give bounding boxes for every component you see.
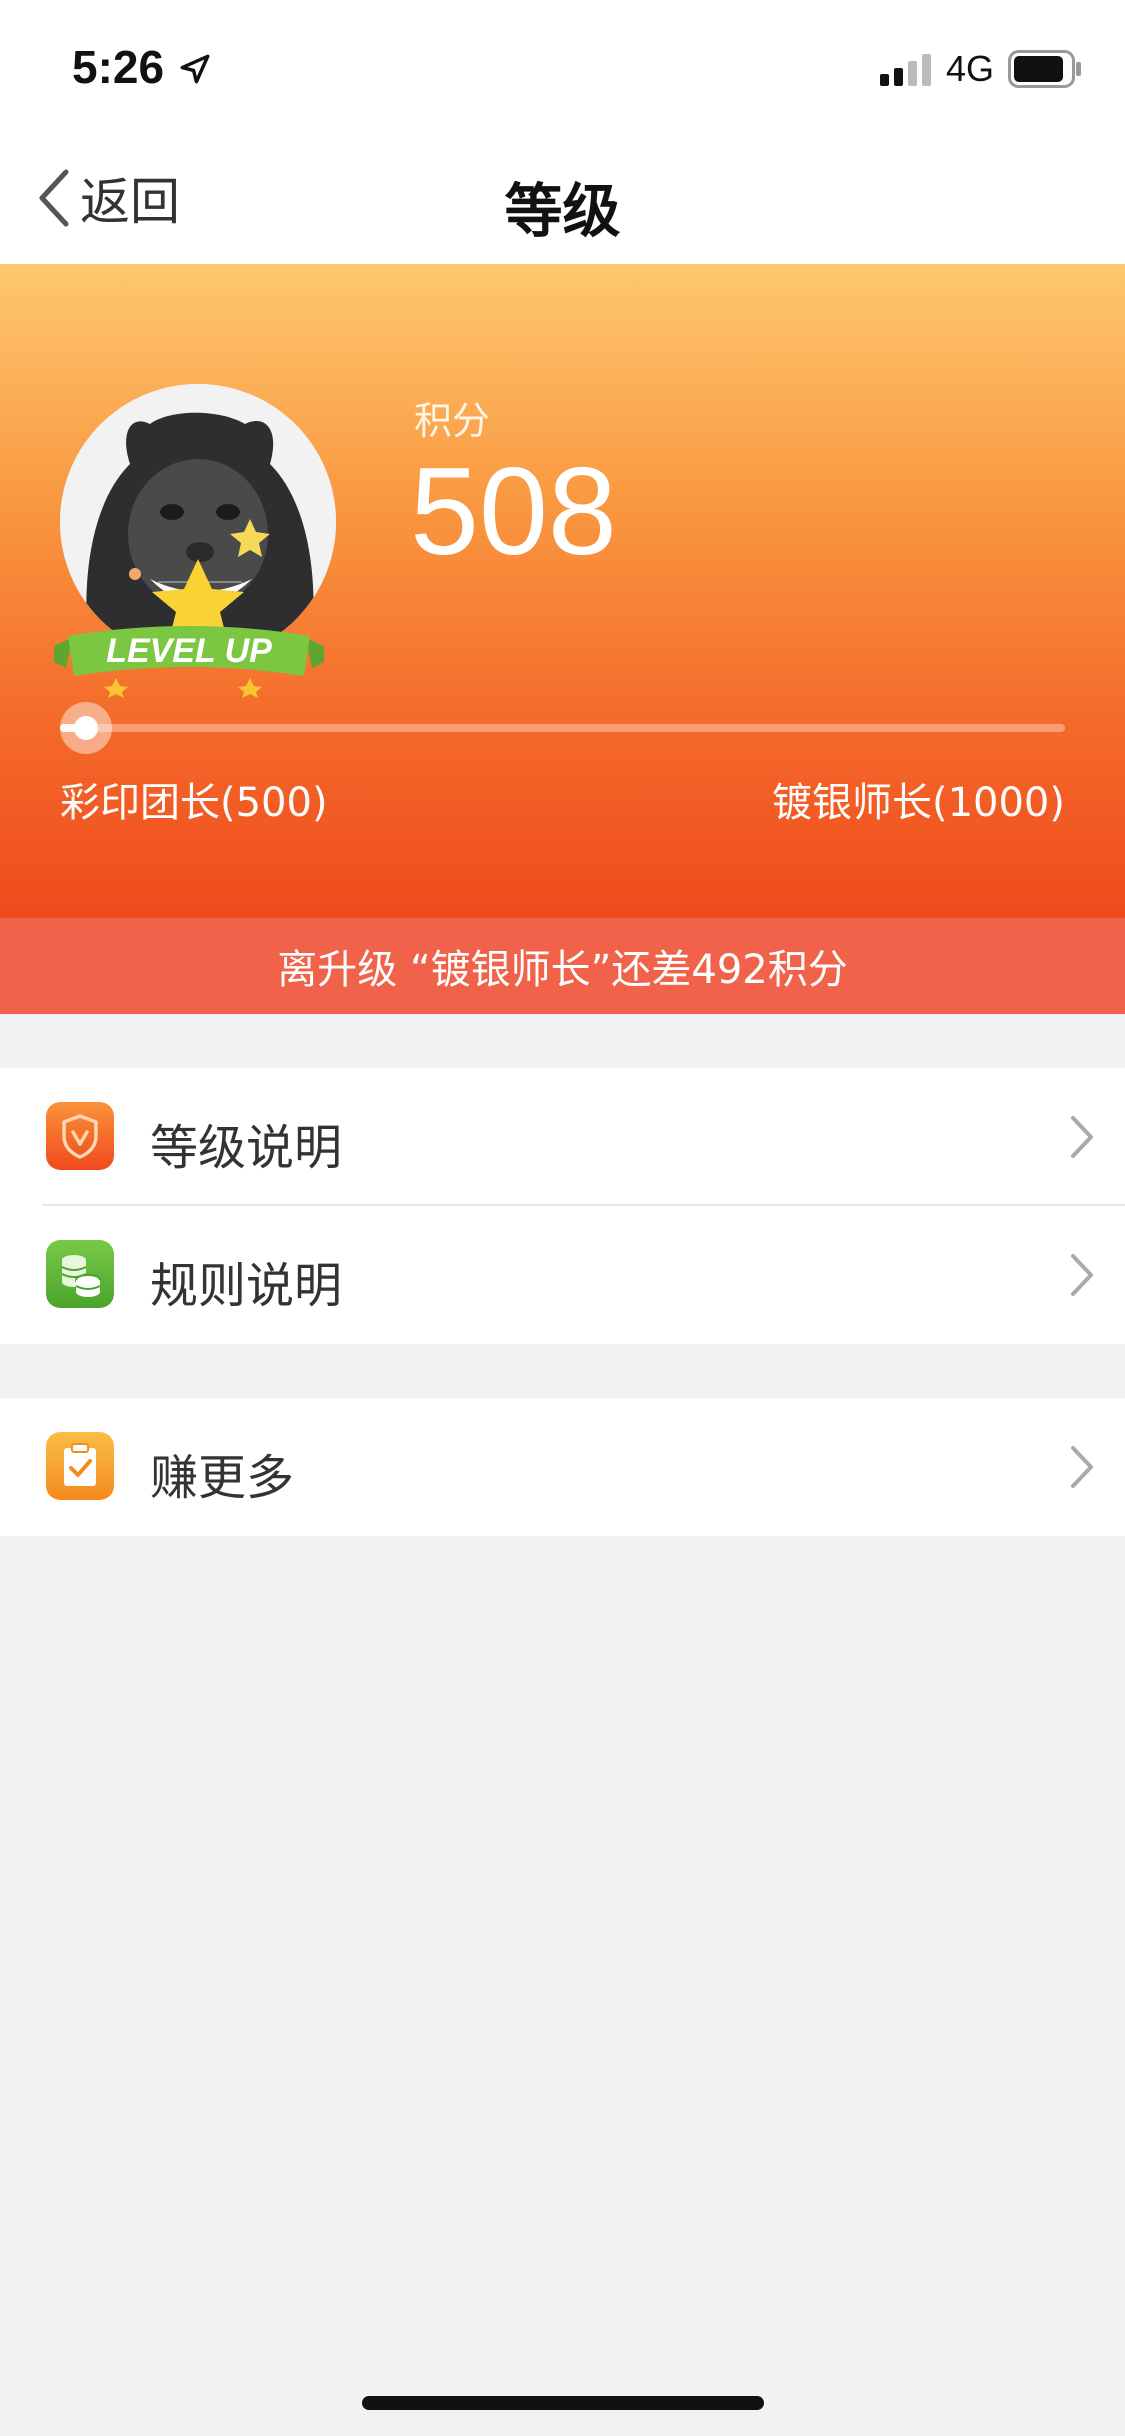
menu-label: 规则说明: [150, 1258, 343, 1314]
menu-group-earn: 赚更多: [0, 1398, 1125, 1536]
signal-icon: [880, 54, 931, 86]
level-progress-knob: [60, 702, 113, 754]
clipboard-check-icon: [46, 1432, 114, 1500]
current-level-label: 彩印团长(500): [60, 780, 328, 826]
status-bar: 5:26 4G: [0, 0, 1125, 132]
upgrade-hint: 离升级 “镀银师长”还差492积分: [0, 918, 1125, 1014]
nav-bar: 返回 等级: [0, 132, 1125, 264]
location-arrow-icon: [180, 54, 210, 84]
level-header: LEVEL UP 积分 508 彩印团长(500) 镀银师长(1000): [0, 264, 1125, 918]
points-value: 508: [410, 443, 617, 581]
battery-icon: [1008, 50, 1081, 88]
network-label: 4G: [946, 48, 995, 89]
page-title: 等级: [504, 177, 621, 245]
menu-item-rules-info[interactable]: 规则说明: [0, 1206, 1125, 1344]
chevron-right-icon: [1071, 1254, 1093, 1296]
svg-text:LEVEL UP: LEVEL UP: [106, 632, 272, 670]
status-time: 5:26: [72, 41, 165, 93]
avatar-container: LEVEL UP: [54, 384, 338, 698]
level-progress-bar: [60, 702, 1065, 754]
menu-label: 赚更多: [150, 1450, 295, 1506]
next-level-label: 镀银师长(1000): [771, 780, 1065, 826]
menu-label: 等级说明: [150, 1120, 343, 1176]
menu-item-level-info[interactable]: 等级说明: [0, 1068, 1125, 1206]
level-up-badge: LEVEL UP: [54, 626, 324, 698]
shield-icon: [46, 1102, 114, 1170]
menu-item-earn-more[interactable]: 赚更多: [0, 1398, 1125, 1536]
coins-icon: [46, 1240, 114, 1308]
chevron-right-icon: [1071, 1446, 1093, 1488]
home-indicator[interactable]: [362, 2396, 764, 2410]
menu-group-info: 等级说明 规则说明: [0, 1068, 1125, 1344]
chevron-right-icon: [1071, 1116, 1093, 1158]
points-label: 积分: [414, 399, 491, 443]
